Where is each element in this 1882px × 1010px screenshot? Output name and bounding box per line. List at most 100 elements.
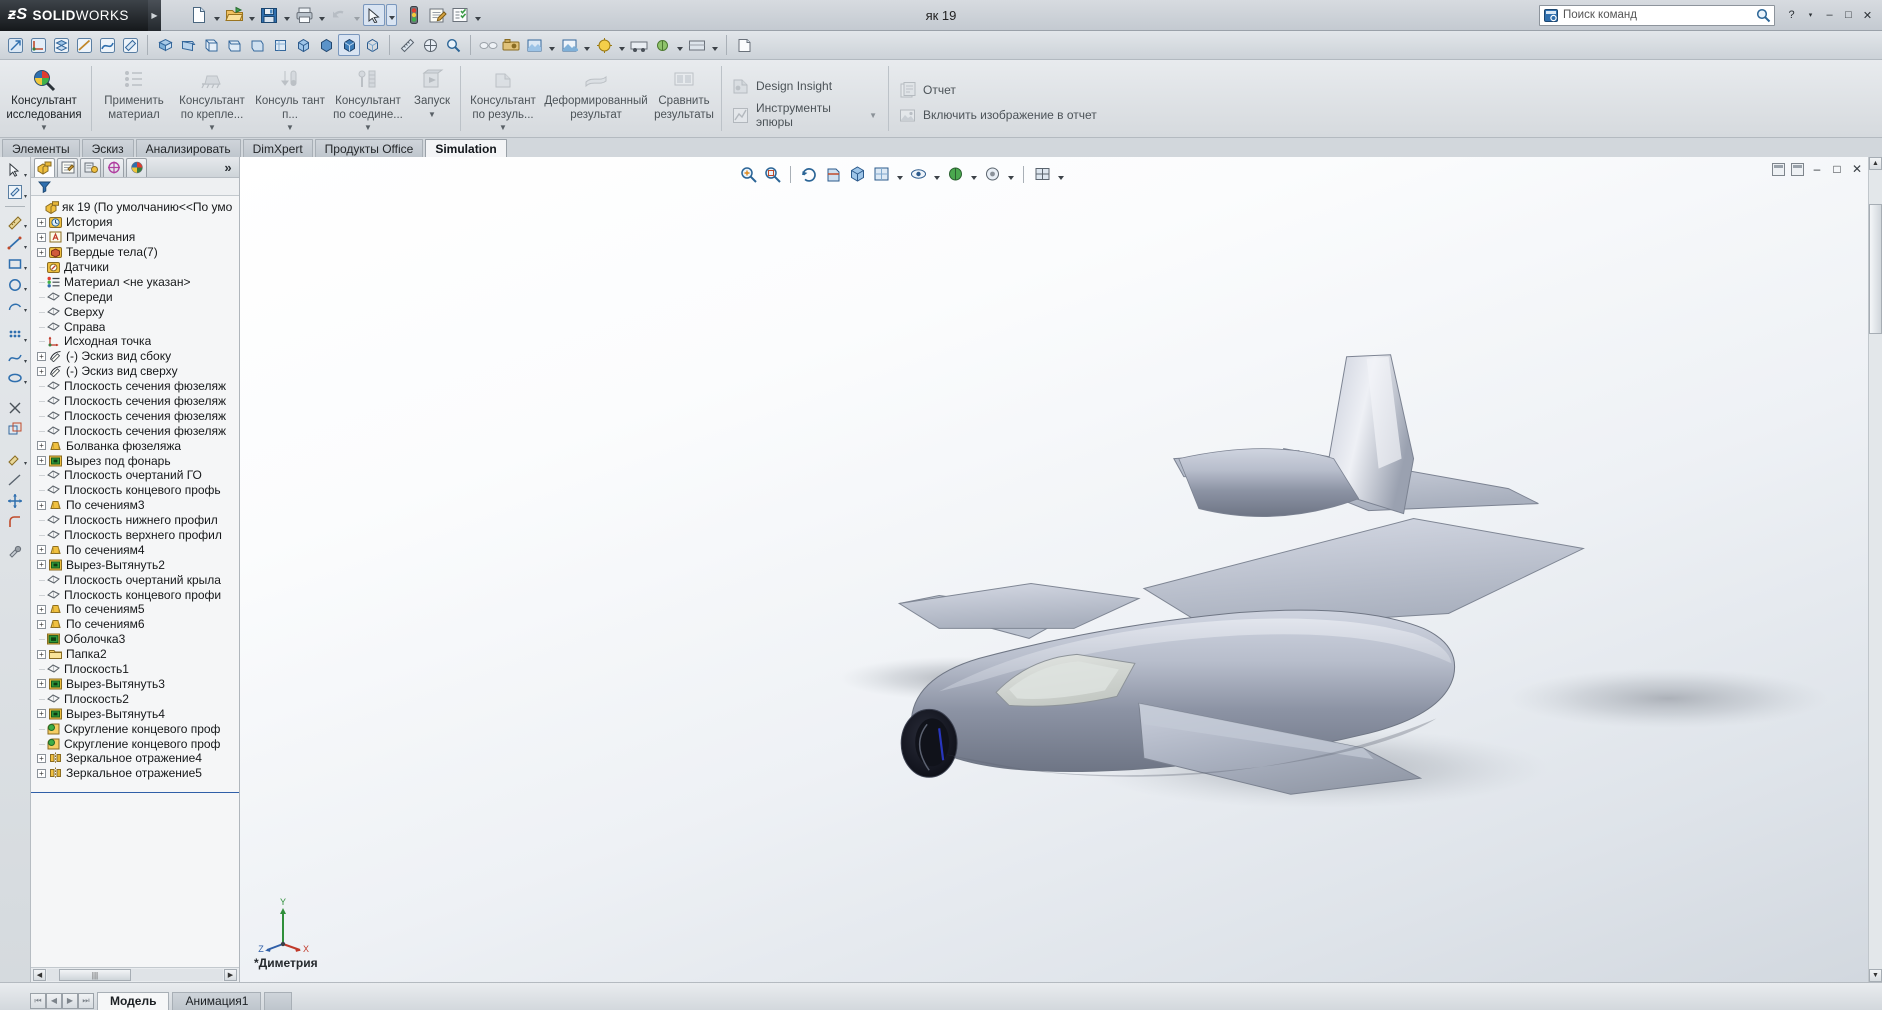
- tree-item[interactable]: + Папка2: [31, 647, 239, 662]
- sketch-pattern-icon[interactable]: ▾: [3, 325, 27, 346]
- tree-scroll-thumb[interactable]: |||: [59, 969, 131, 981]
- render-tools-icon[interactable]: [500, 34, 522, 56]
- display-manager-tab[interactable]: [126, 157, 147, 177]
- section-properties-icon[interactable]: [442, 34, 464, 56]
- tree-item[interactable]: + Вырез под фонарь: [31, 453, 239, 468]
- scene-icon[interactable]: [558, 34, 580, 56]
- bottom-tab-new[interactable]: [264, 991, 293, 1010]
- tree-item[interactable]: + По сечениям6: [31, 617, 239, 632]
- tree-item[interactable]: + Твердые тела(7): [31, 245, 239, 260]
- save-disk-dropdown[interactable]: [281, 4, 292, 26]
- tree-expand-toggle[interactable]: +: [37, 545, 46, 555]
- tree-horizontal-scrollbar[interactable]: ◀ ||| ▶: [31, 967, 239, 982]
- printer-dropdown[interactable]: [316, 4, 327, 26]
- tree-item[interactable]: ··· Плоскость сечения фюзеляж: [31, 408, 239, 423]
- tree-expand-toggle[interactable]: +: [37, 709, 46, 719]
- tree-expand-toggle[interactable]: +: [37, 753, 46, 763]
- cursor-arrow-icon[interactable]: [363, 4, 385, 26]
- tree-item[interactable]: ··· Оболочка3: [31, 632, 239, 647]
- current-display-style-icon[interactable]: [338, 34, 360, 56]
- feature-tree[interactable]: як 19 (По умолчанию<<По умо + История + При…: [31, 196, 239, 967]
- select-dropdown[interactable]: [386, 4, 397, 26]
- property-manager-tab[interactable]: [57, 157, 78, 177]
- tree-root-item[interactable]: як 19 (По умолчанию<<По умо: [31, 200, 239, 215]
- tree-expand-toggle[interactable]: +: [37, 619, 46, 629]
- tree-more-tabs[interactable]: »: [221, 158, 235, 177]
- tab-office-products[interactable]: Продукты Office: [314, 139, 424, 157]
- tab-features[interactable]: Элементы: [2, 139, 80, 157]
- tree-expand-toggle[interactable]: +: [37, 679, 46, 689]
- minimize-button[interactable]: –: [1821, 7, 1838, 23]
- tree-item[interactable]: + Зеркальное отражение4: [31, 751, 239, 766]
- connection-advisor[interactable]: Консультант по соедине... ▼: [329, 60, 407, 137]
- last-tab-button[interactable]: ⏭: [78, 992, 94, 1009]
- move-entities-icon[interactable]: [3, 490, 27, 511]
- appearance-icon[interactable]: [523, 34, 545, 56]
- options-dropdown[interactable]: [472, 4, 483, 26]
- feature-manager-tab[interactable]: [34, 157, 55, 177]
- graphics-viewport[interactable]: – □ ✕ Y X Z *Диметрия: [240, 157, 1868, 982]
- new-doc-dropdown[interactable]: [211, 4, 222, 26]
- graphics-vertical-scrollbar[interactable]: ▲ ▼: [1868, 157, 1882, 982]
- lighting-icon[interactable]: [593, 34, 615, 56]
- properties-icon[interactable]: [426, 4, 448, 26]
- tree-item[interactable]: ··· Датчики: [31, 260, 239, 275]
- tree-item[interactable]: ··· Исходная точка: [31, 334, 239, 349]
- command-search[interactable]: Поиск команд: [1539, 4, 1775, 26]
- line-tool-icon[interactable]: ▾: [3, 232, 27, 253]
- tree-item[interactable]: ··· Спереди: [31, 289, 239, 304]
- view-planes-c-icon[interactable]: [200, 34, 222, 56]
- menu-expand-arrow[interactable]: ▶: [148, 0, 161, 31]
- tab-evaluate[interactable]: Анализировать: [135, 139, 241, 157]
- section-view-cube-icon[interactable]: [292, 34, 314, 56]
- close-button[interactable]: ✕: [1859, 7, 1876, 23]
- vertical-scroll-thumb[interactable]: [1869, 204, 1882, 334]
- decal-icon[interactable]: [651, 34, 673, 56]
- sketches-icon[interactable]: [119, 34, 141, 56]
- run-study[interactable]: Запуск ▼: [407, 60, 457, 137]
- tree-item[interactable]: ··· Плоскость2: [31, 691, 239, 706]
- tree-item[interactable]: + Болванка фюзеляжа: [31, 438, 239, 453]
- help-button[interactable]: ?: [1783, 7, 1800, 23]
- tree-expand-toggle[interactable]: +: [37, 456, 46, 466]
- fixture-advisor[interactable]: Консультант по крепле... ▼: [173, 60, 251, 137]
- view-planes-f-icon[interactable]: [269, 34, 291, 56]
- deformed-result[interactable]: Деформированный результат: [542, 60, 650, 137]
- convert-entities-icon[interactable]: [3, 418, 27, 439]
- tree-expand-toggle[interactable]: +: [37, 232, 46, 242]
- tree-item[interactable]: ··· Материал <не указан>: [31, 274, 239, 289]
- tree-expand-toggle[interactable]: +: [37, 217, 46, 227]
- temporary-axes-icon[interactable]: [4, 34, 26, 56]
- tree-expand-toggle[interactable]: +: [37, 768, 46, 778]
- ellipse-tool-icon[interactable]: ▾: [3, 367, 27, 388]
- circle-tool-icon[interactable]: ▾: [3, 274, 27, 295]
- printer-icon[interactable]: [293, 4, 315, 26]
- shaded-view-icon[interactable]: [315, 34, 337, 56]
- apply-material[interactable]: Применить материал: [95, 60, 173, 137]
- tab-simulation[interactable]: Simulation: [425, 139, 507, 157]
- tree-item[interactable]: ··· Плоскость сечения фюзеляж: [31, 379, 239, 394]
- arc-tool-icon[interactable]: ▾: [3, 295, 27, 316]
- tree-expand-toggle[interactable]: +: [37, 604, 46, 614]
- camera-dropdown[interactable]: [709, 34, 720, 56]
- filter-funnel-icon[interactable]: [37, 179, 52, 194]
- run-study-caret[interactable]: ▼: [428, 110, 436, 119]
- tree-item[interactable]: ··· Плоскость концевого профи: [31, 587, 239, 602]
- camera-view-icon[interactable]: [686, 34, 708, 56]
- first-tab-button[interactable]: ⏮: [30, 992, 46, 1009]
- tree-item[interactable]: ··· Плоскость очертаний крыла: [31, 572, 239, 587]
- trim-entities-icon[interactable]: [3, 397, 27, 418]
- walk-through-icon[interactable]: [628, 34, 650, 56]
- scroll-up-arrow[interactable]: ▲: [1869, 157, 1882, 170]
- view-planes-a-icon[interactable]: [154, 34, 176, 56]
- tree-item[interactable]: + История: [31, 215, 239, 230]
- load-advisor[interactable]: Консуль тант п... ▼: [251, 60, 329, 137]
- tree-item[interactable]: ··· Плоскость сечения фюзеляж: [31, 423, 239, 438]
- compare-results[interactable]: Сравнить результаты: [650, 60, 718, 137]
- load-advisor-caret[interactable]: ▼: [286, 123, 294, 132]
- tree-item[interactable]: ··· Плоскость очертаний ГО: [31, 468, 239, 483]
- planes-icon[interactable]: [50, 34, 72, 56]
- tree-item[interactable]: + По сечениям4: [31, 542, 239, 557]
- scroll-down-arrow[interactable]: ▼: [1869, 969, 1882, 982]
- tree-expand-toggle[interactable]: +: [37, 366, 46, 376]
